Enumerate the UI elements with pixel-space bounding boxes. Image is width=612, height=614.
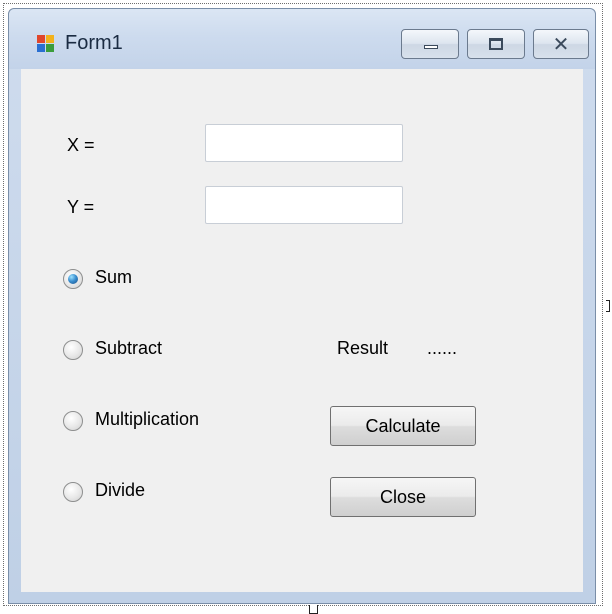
radio-multiplication[interactable]: [63, 411, 83, 431]
title-bar[interactable]: Form1 ✕: [9, 9, 595, 69]
radio-divide[interactable]: [63, 482, 83, 502]
minimize-icon: [424, 45, 438, 49]
maximize-icon: [489, 38, 503, 50]
y-label: Y =: [67, 197, 95, 217]
resize-handle-right[interactable]: [606, 300, 610, 312]
radio-subtract-label[interactable]: Subtract: [95, 338, 162, 359]
form-window: Form1 ✕ X = Y = Sum Subtract Multiplicat…: [8, 8, 596, 604]
radio-sum[interactable]: [63, 269, 83, 289]
resize-handle-bottom[interactable]: [309, 605, 318, 614]
result-value: ......: [427, 338, 458, 358]
radio-sum-label[interactable]: Sum: [95, 267, 132, 288]
result-label: Result: [337, 338, 389, 358]
close-icon: ✕: [552, 32, 570, 56]
calculate-button[interactable]: Calculate: [330, 406, 476, 446]
close-window-button[interactable]: ✕: [533, 29, 589, 59]
form-client-area: X = Y = Sum Subtract Multiplication Divi…: [21, 69, 583, 592]
x-input[interactable]: [205, 124, 403, 162]
radio-multiplication-label[interactable]: Multiplication: [95, 409, 199, 430]
close-button[interactable]: Close: [330, 477, 476, 517]
radio-subtract[interactable]: [63, 340, 83, 360]
maximize-button[interactable]: [467, 29, 525, 59]
window-title: Form1: [65, 32, 123, 54]
radio-divide-label[interactable]: Divide: [95, 480, 145, 501]
minimize-button[interactable]: [401, 29, 459, 59]
app-window-icon: [37, 35, 55, 53]
x-label: X =: [67, 135, 95, 155]
y-input[interactable]: [205, 186, 403, 224]
